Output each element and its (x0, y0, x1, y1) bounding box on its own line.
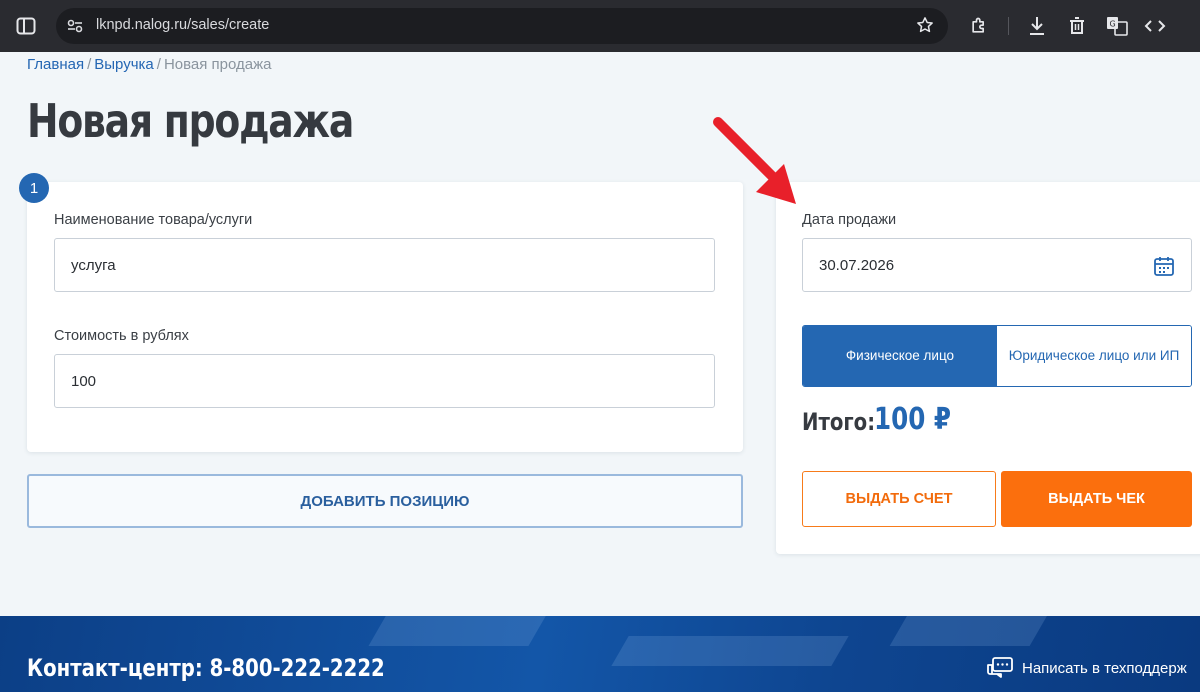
item-name-value: услуга (71, 257, 116, 274)
code-icon[interactable] (1144, 15, 1166, 37)
trash-icon[interactable] (1066, 15, 1088, 37)
buyer-type-switch: Физическое лицо Юридическое лицо или ИП (802, 325, 1192, 387)
url-text[interactable]: lknpd.nalog.ru/sales/create (96, 17, 269, 33)
total-value: 100 ₽ (874, 402, 952, 437)
buyer-type-individual[interactable]: Физическое лицо (803, 326, 997, 386)
price-value: 100 (71, 373, 97, 390)
sale-date-label: Дата продажи (802, 212, 897, 228)
puzzle-icon[interactable] (968, 15, 990, 37)
footer-decoration (889, 616, 1051, 646)
footer: Контакт-центр: 8-800-222-2222 Написать в… (0, 616, 1200, 692)
translate-icon[interactable]: G (1106, 15, 1128, 37)
footer-decoration (368, 616, 552, 646)
calendar-icon[interactable] (1153, 255, 1175, 277)
issue-receipt-button[interactable]: ВЫДАТЬ ЧЕК (1001, 471, 1192, 527)
item-name-label: Наименование товара/услуги (54, 212, 253, 228)
red-arrow-icon (713, 117, 796, 204)
item-name-input[interactable]: услуга (54, 238, 715, 292)
browser-toolbar: lknpd.nalog.ru/sales/create G (0, 0, 1200, 52)
breadcrumb: Главная / Выручка / Новая продажа (27, 56, 272, 73)
step-badge: 1 (19, 173, 49, 203)
issue-invoice-button[interactable]: ВЫДАТЬ СЧЕТ (802, 471, 996, 527)
star-icon[interactable] (914, 14, 936, 36)
breadcrumb-link-home[interactable]: Главная (27, 56, 84, 73)
chat-icon[interactable] (986, 656, 1014, 682)
contact-center: Контакт-центр: 8-800-222-2222 (27, 654, 385, 682)
price-input[interactable]: 100 (54, 354, 715, 408)
footer-decoration (611, 636, 849, 666)
toolbar-separator (1008, 17, 1009, 35)
price-label: Стоимость в рублях (54, 328, 189, 344)
sidebar-toggle-icon[interactable] (14, 15, 38, 37)
page-title: Новая продажа (27, 94, 354, 148)
support-link[interactable]: Написать в техподдерж (1022, 660, 1187, 677)
add-position-button[interactable]: ДОБАВИТЬ ПОЗИЦИЮ (27, 474, 743, 528)
address-bar[interactable]: lknpd.nalog.ru/sales/create (56, 8, 948, 44)
breadcrumb-separator: / (156, 56, 161, 73)
sale-date-value: 30.07.2026 (819, 257, 895, 274)
sale-date-input[interactable]: 30.07.2026 (802, 238, 1192, 292)
total-label: Итого: (802, 408, 876, 436)
breadcrumb-current: Новая продажа (163, 56, 272, 73)
svg-text:G: G (1110, 20, 1116, 29)
site-info-icon[interactable] (64, 15, 86, 37)
buyer-type-legal-entity[interactable]: Юридическое лицо или ИП (997, 326, 1191, 386)
breadcrumb-separator: / (87, 56, 92, 73)
position-card: Наименование товара/услуги услуга Стоимо… (27, 182, 743, 452)
download-icon[interactable] (1026, 15, 1048, 37)
breadcrumb-link-revenue[interactable]: Выручка (94, 56, 154, 73)
